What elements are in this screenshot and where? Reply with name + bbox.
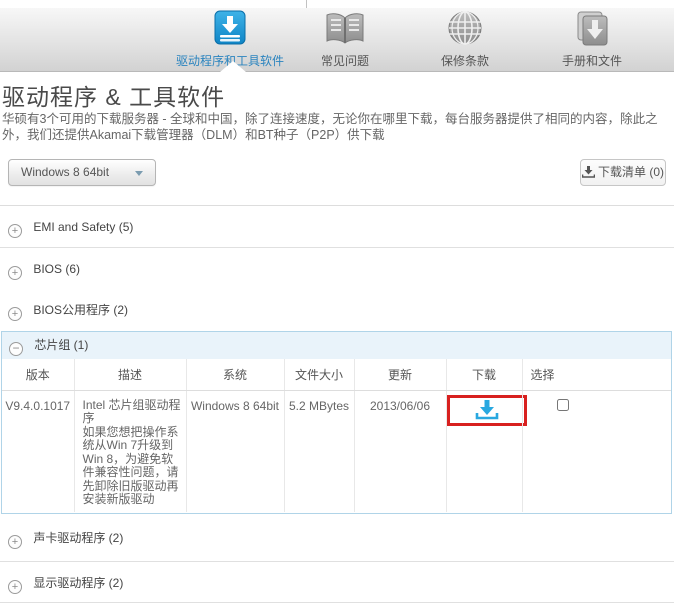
section-audio-driver[interactable]: + 声卡驱动程序 (2)	[0, 514, 674, 562]
page-title: 驱动程序 & 工具软件	[2, 78, 225, 112]
col-system: 系统	[186, 359, 284, 390]
tab-manuals[interactable]: 手册和文件	[527, 10, 657, 70]
plus-icon: +	[8, 224, 22, 238]
plus-icon: +	[8, 307, 22, 321]
os-select-dropdown[interactable]: Windows 8 64bit	[8, 159, 156, 186]
select-cell	[522, 390, 671, 512]
tab-label: 保修条款	[400, 52, 530, 69]
top-strip	[0, 0, 674, 8]
section-label: EMI and Safety (5)	[33, 220, 133, 234]
chipset-panel: − 芯片组 (1) 版本 描述 系统 文件大小 更新 下载 选择	[1, 331, 672, 514]
download-arrow-icon[interactable]	[475, 400, 499, 420]
book-icon	[323, 10, 367, 48]
support-tab-bar: 驱动程序和工具软件 常见问题	[0, 8, 674, 72]
section-emi-and-safety[interactable]: + EMI and Safety (5)	[0, 206, 674, 248]
plus-icon: +	[8, 580, 22, 594]
download-table: 版本 描述 系统 文件大小 更新 下载 选择 V9.4.0.1017 Intel…	[2, 359, 671, 512]
documents-download-icon	[570, 10, 614, 48]
section-bios[interactable]: + BIOS (6)	[0, 248, 674, 290]
col-description: 描述	[74, 359, 186, 390]
driver-system: Windows 8 64bit	[186, 390, 284, 512]
download-list-label: 下载清单 (0)	[598, 165, 664, 179]
section-label: 芯片组 (1)	[34, 338, 88, 352]
section-display-driver[interactable]: + 显示驱动程序 (2)	[0, 563, 674, 603]
globe-icon	[443, 10, 487, 48]
active-tab-notch	[220, 61, 246, 72]
download-tray-icon	[582, 166, 595, 178]
download-list-button[interactable]: 下载清单 (0)	[580, 159, 666, 186]
col-filesize: 文件大小	[284, 359, 354, 390]
top-divider-line	[306, 0, 307, 8]
caret-down-icon	[135, 171, 143, 176]
select-checkbox[interactable]	[557, 399, 569, 411]
intro-text: 华硕有3个可用的下载服务器 - 全球和中国，除了连接速度，无论你在哪里下载，每台…	[2, 111, 666, 143]
section-label: 显示驱动程序 (2)	[33, 576, 123, 590]
col-version: 版本	[2, 359, 74, 390]
driver-filesize: 5.2 MBytes	[284, 390, 354, 512]
col-updated: 更新	[354, 359, 446, 390]
table-header-row: 版本 描述 系统 文件大小 更新 下载 选择	[2, 359, 671, 390]
table-row: V9.4.0.1017 Intel 芯片组驱动程序 如果您想把操作系统从Win …	[2, 390, 671, 512]
tab-label: 常见问题	[280, 52, 410, 69]
col-download: 下载	[446, 359, 522, 390]
col-select: 选择	[522, 359, 671, 390]
plus-icon: +	[8, 535, 22, 549]
tab-faq[interactable]: 常见问题	[280, 10, 410, 70]
download-cell	[446, 390, 522, 512]
driver-download-page: 驱动程序和工具软件 常见问题	[0, 0, 674, 609]
download-box-icon	[208, 10, 252, 48]
tab-warranty[interactable]: 保修条款	[400, 10, 530, 70]
section-label: 声卡驱动程序 (2)	[33, 531, 123, 545]
section-bios-utility[interactable]: + BIOS公用程序 (2)	[0, 289, 674, 331]
driver-description: Intel 芯片组驱动程序 如果您想把操作系统从Win 7升级到Win 8，为避…	[74, 390, 186, 512]
red-highlight-box	[447, 395, 527, 426]
os-select-value: Windows 8 64bit	[21, 165, 109, 179]
tab-label: 手册和文件	[527, 52, 657, 69]
section-label: BIOS公用程序 (2)	[33, 303, 128, 317]
plus-icon: +	[8, 266, 22, 280]
driver-updated: 2013/06/06	[354, 390, 446, 512]
section-label: BIOS (6)	[33, 262, 80, 276]
minus-icon: −	[9, 342, 23, 356]
section-chipset[interactable]: − 芯片组 (1)	[2, 332, 671, 359]
driver-version: V9.4.0.1017	[2, 390, 74, 512]
